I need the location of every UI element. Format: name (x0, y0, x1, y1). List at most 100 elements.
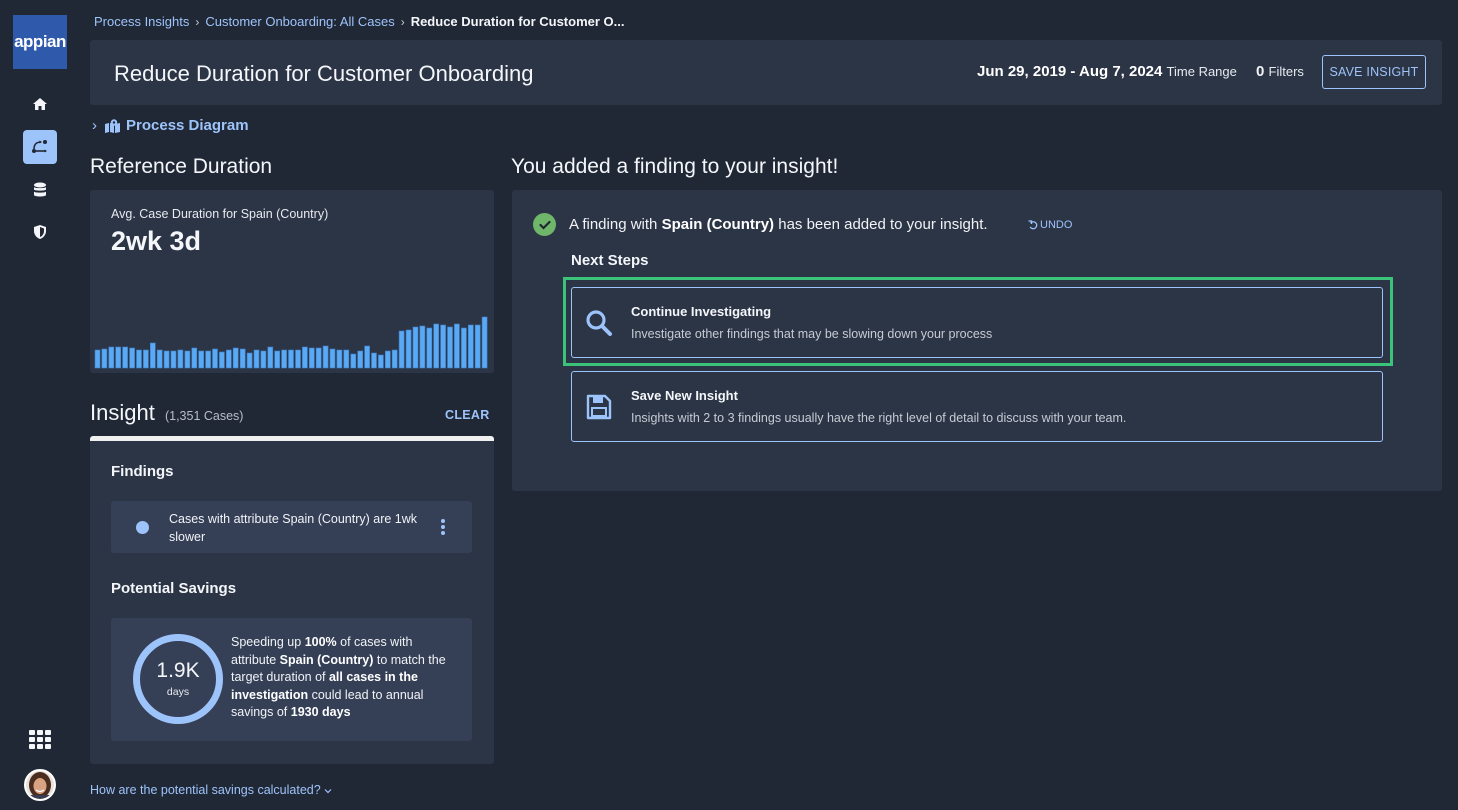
next-steps-heading: Next Steps (571, 252, 649, 269)
reference-duration-card: Avg. Case Duration for Spain (Country) 2… (90, 190, 494, 373)
duration-bar[interactable] (309, 347, 315, 369)
how-savings-calculated-link[interactable]: How are the potential savings calculated… (90, 783, 332, 797)
duration-bar[interactable] (426, 327, 433, 369)
duration-bar[interactable] (184, 350, 191, 369)
duration-bar[interactable] (191, 347, 198, 369)
duration-bar[interactable] (391, 349, 398, 369)
duration-bar[interactable] (246, 352, 253, 369)
duration-bar[interactable] (350, 353, 357, 369)
duration-bar-chart (94, 316, 488, 369)
duration-bar[interactable] (108, 346, 115, 369)
clear-button[interactable]: CLEAR (445, 408, 490, 422)
duration-bar[interactable] (364, 345, 370, 369)
duration-bar[interactable] (212, 348, 218, 369)
check-circle-icon (533, 213, 556, 236)
duration-bar[interactable] (122, 346, 128, 369)
duration-bar[interactable] (136, 349, 142, 369)
database-icon (34, 182, 46, 197)
duration-bar[interactable] (143, 349, 149, 369)
duration-bar[interactable] (454, 323, 460, 369)
duration-bar[interactable] (384, 350, 391, 369)
duration-bar[interactable] (239, 348, 246, 369)
nav-data[interactable] (23, 173, 57, 207)
findings-heading: Findings (111, 463, 174, 480)
breadcrumb: Process Insights › Customer Onboarding: … (94, 14, 625, 29)
step-title: Continue Investigating (631, 304, 772, 319)
duration-bar[interactable] (94, 349, 101, 369)
confirmation-title: You added a finding to your insight! (511, 155, 839, 178)
more-options-icon[interactable] (441, 519, 445, 535)
nav-security[interactable] (23, 215, 57, 249)
duration-bar[interactable] (260, 350, 267, 369)
duration-bar[interactable] (149, 342, 156, 369)
duration-bar[interactable] (219, 351, 225, 369)
appian-logo[interactable]: appian (13, 15, 67, 69)
duration-bar[interactable] (170, 350, 177, 369)
duration-bar[interactable] (163, 350, 170, 369)
duration-bar[interactable] (419, 325, 426, 369)
apps-grid-icon[interactable] (29, 730, 51, 750)
duration-bar[interactable] (447, 326, 453, 369)
duration-bar[interactable] (232, 347, 239, 369)
undo-button[interactable]: UNDO (1028, 219, 1072, 231)
duration-bar[interactable] (226, 349, 232, 369)
insight-header: Reduce Duration for Customer Onboarding … (90, 40, 1442, 105)
step-description: Investigate other findings that may be s… (631, 327, 993, 341)
duration-bar[interactable] (129, 347, 135, 369)
duration-bar[interactable] (412, 326, 419, 369)
continue-investigating-option[interactable]: Continue Investigating Investigate other… (571, 287, 1383, 358)
duration-bar[interactable] (371, 352, 377, 369)
duration-bar[interactable] (295, 349, 301, 369)
process-diagram-toggle[interactable]: › Process Diagram (92, 117, 249, 134)
duration-bar[interactable] (405, 329, 412, 369)
nav-home[interactable] (23, 87, 57, 121)
map-marker-icon (105, 118, 120, 133)
duration-bar[interactable] (440, 324, 446, 369)
duration-bar[interactable] (302, 346, 308, 369)
duration-bar[interactable] (322, 345, 329, 369)
duration-bar[interactable] (329, 348, 336, 369)
nav-process-insights[interactable] (23, 130, 57, 164)
duration-bar[interactable] (267, 346, 274, 369)
duration-bar[interactable] (336, 349, 343, 369)
time-range[interactable]: Jun 29, 2019 - Aug 7, 2024 Time Range (977, 63, 1237, 80)
duration-bar[interactable] (156, 349, 163, 369)
duration-bar[interactable] (101, 348, 108, 369)
duration-bar[interactable] (467, 324, 474, 369)
home-icon (33, 98, 47, 110)
insight-panel: Findings Cases with attribute Spain (Cou… (90, 436, 494, 764)
duration-bar[interactable] (288, 349, 294, 369)
duration-bar[interactable] (281, 349, 287, 369)
duration-bar[interactable] (357, 350, 364, 369)
savings-ring: 1.9K days (133, 634, 223, 724)
filters[interactable]: 0 Filters (1256, 63, 1304, 80)
save-new-insight-option[interactable]: Save New Insight Insights with 2 to 3 fi… (571, 371, 1383, 442)
finding-item[interactable]: Cases with attribute Spain (Country) are… (111, 501, 472, 553)
finding-text: Cases with attribute Spain (Country) are… (169, 512, 418, 544)
duration-bar[interactable] (198, 350, 204, 369)
duration-bar[interactable] (378, 354, 384, 369)
duration-bar[interactable] (274, 350, 280, 369)
duration-bar[interactable] (461, 327, 467, 369)
duration-bar[interactable] (253, 349, 260, 369)
duration-bar[interactable] (398, 330, 405, 369)
duration-bar[interactable] (177, 349, 184, 369)
breadcrumb-process-insights[interactable]: Process Insights (94, 14, 189, 29)
undo-icon (1028, 220, 1038, 230)
confirmation-card: A finding with Spain (Country) has been … (512, 190, 1442, 491)
duration-bar[interactable] (115, 346, 122, 369)
breadcrumb-customer-onboarding[interactable]: Customer Onboarding: All Cases (205, 14, 394, 29)
insight-title: Insight (1,351 Cases) (90, 400, 243, 426)
filters-count: 0 (1256, 63, 1265, 80)
duration-bar[interactable] (315, 347, 322, 369)
duration-bar[interactable] (433, 323, 440, 369)
save-insight-button[interactable]: SAVE INSIGHT (1322, 55, 1426, 89)
duration-bar[interactable] (481, 316, 488, 369)
duration-bar[interactable] (343, 349, 350, 369)
sidebar: appian (0, 0, 80, 810)
potential-savings-heading: Potential Savings (111, 580, 237, 597)
user-avatar[interactable] (24, 769, 56, 801)
savings-value: 1.9K (156, 659, 200, 682)
duration-bar[interactable] (474, 324, 481, 369)
duration-bar[interactable] (205, 350, 211, 369)
